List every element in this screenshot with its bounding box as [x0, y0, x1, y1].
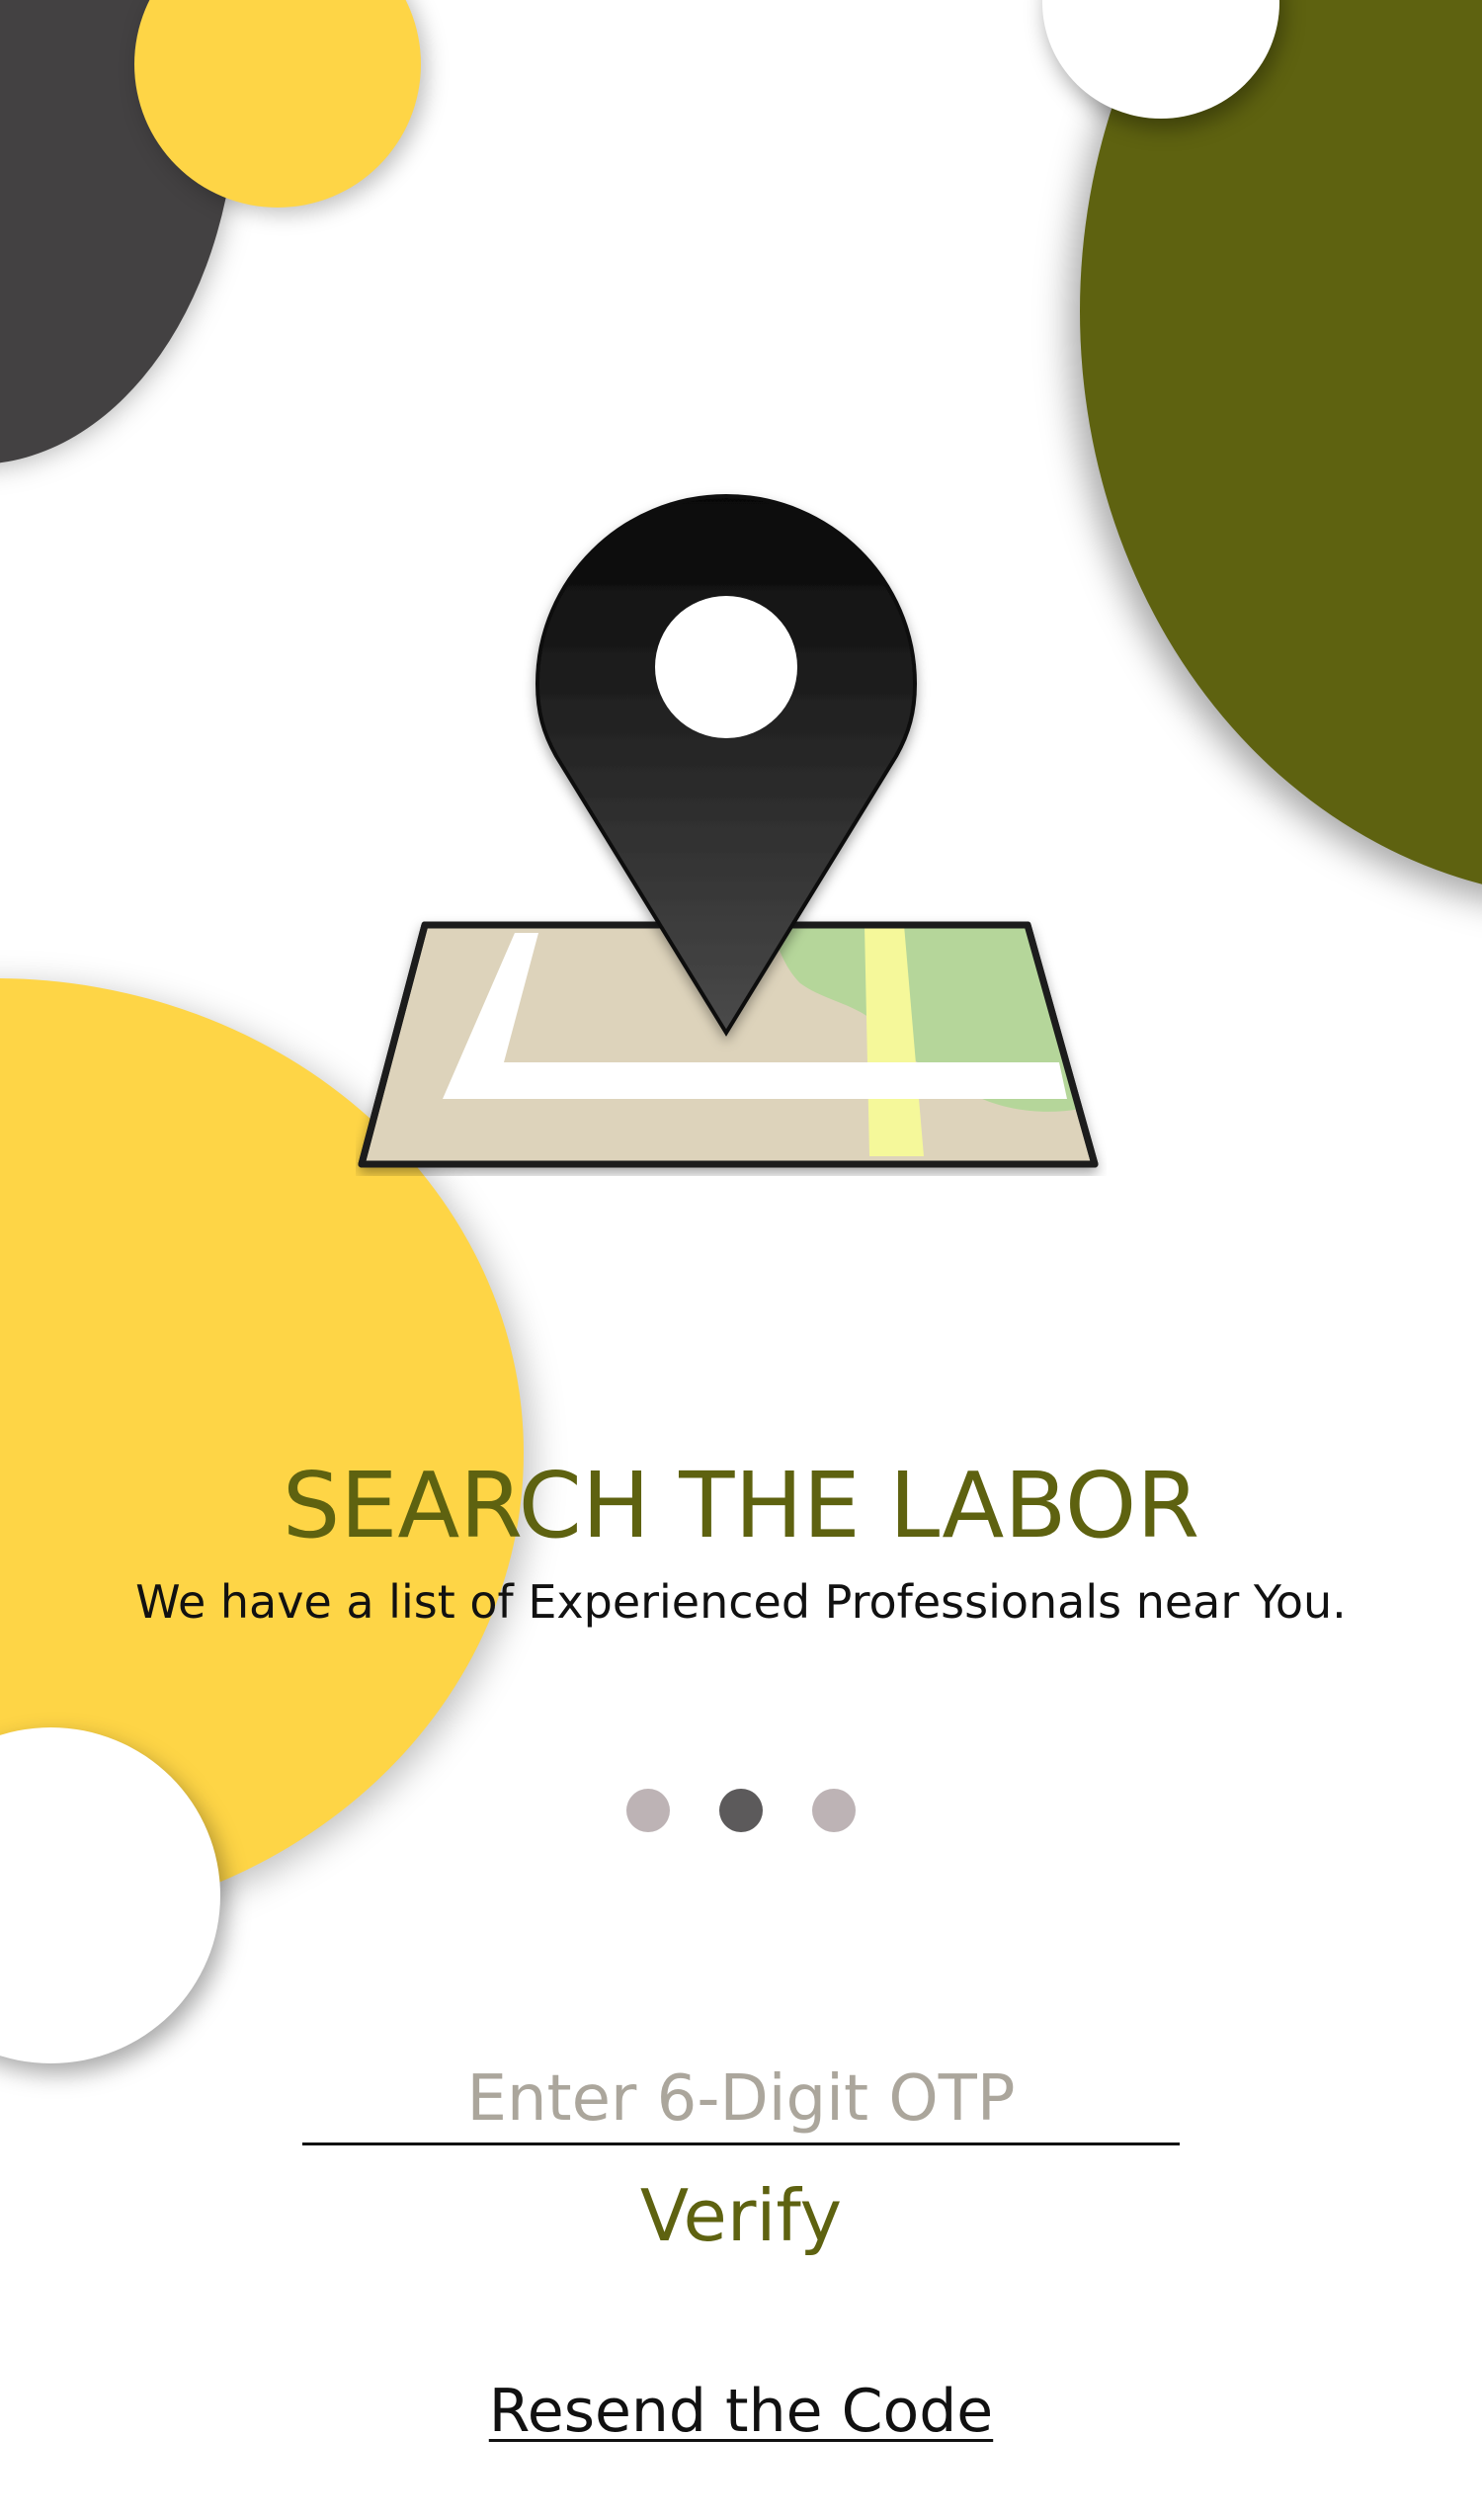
otp-input[interactable]	[302, 2056, 1180, 2145]
pagination-dot-active[interactable]	[719, 1789, 763, 1832]
pagination-dot[interactable]	[626, 1789, 670, 1832]
map-location-pin-icon	[358, 493, 1099, 1168]
onboarding-subtitle: We have a list of Experienced Profession…	[135, 1575, 1347, 1629]
pagination-dots	[0, 1789, 1482, 1838]
verify-button[interactable]: Verify	[0, 2174, 1482, 2257]
onboarding-title: SEARCH THE LABOR	[282, 1453, 1200, 1558]
resend-code-link[interactable]: Resend the Code	[0, 2377, 1482, 2446]
otp-verification-screen: SEARCH THE LABOR We have a list of Exper…	[0, 0, 1482, 2520]
pagination-dot[interactable]	[812, 1789, 856, 1832]
decorative-circle-olive	[1080, 0, 1482, 899]
